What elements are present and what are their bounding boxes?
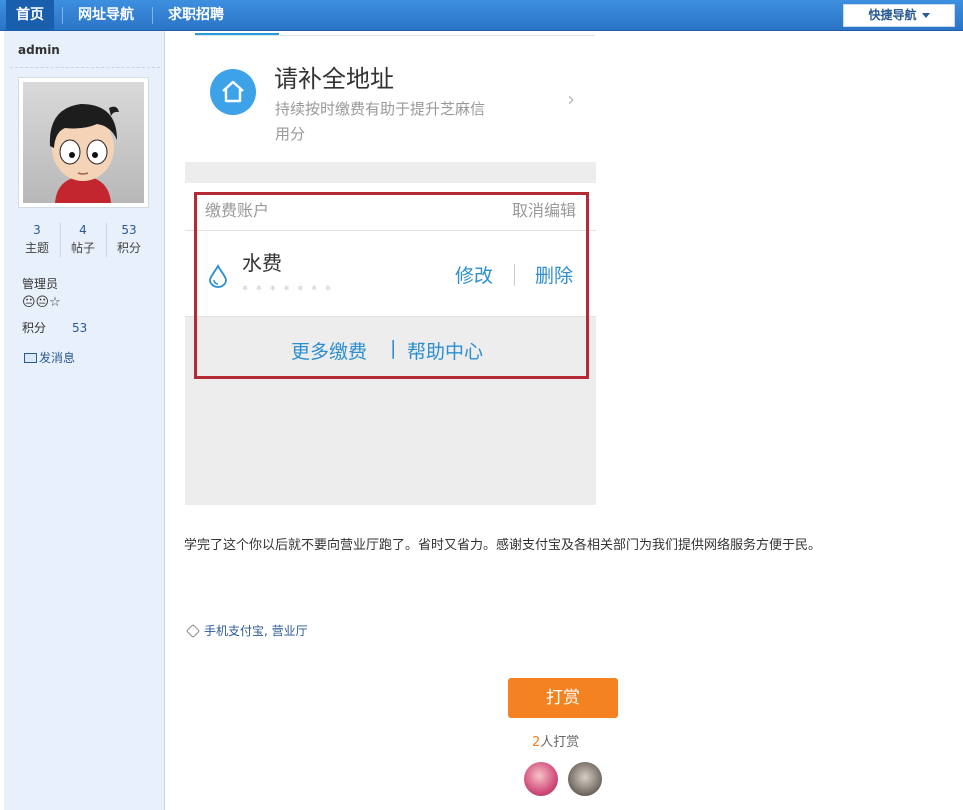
nav-divider [152,7,153,24]
nav-jobs[interactable]: 求职招聘 [158,0,234,31]
points-value: 53 [72,321,88,335]
stat-points-value: 53 [121,223,137,237]
stat-posts-value: 4 [79,223,87,237]
rewarder-avatar[interactable] [524,762,558,796]
post-content: 请补全地址 持续按时缴费有助于提升芝麻信用分 › 缴费账户 取消编辑 水费 * … [166,31,963,810]
stat-threads[interactable]: 3 主题 [14,223,60,256]
tag-icon [185,623,201,639]
envelope-icon [24,353,37,363]
stat-threads-label: 主题 [24,241,49,255]
cartoon-avatar-icon [49,104,119,203]
chevron-right-icon: › [567,87,575,111]
points-row: 积分 53 [22,319,87,336]
address-subtitle: 持续按时缴费有助于提升芝麻信用分 [275,100,486,143]
nav-home[interactable]: 首页 [6,0,54,31]
quick-nav-dropdown[interactable]: 快捷导航 [843,4,955,27]
medal-icons: 😐😐☆ [22,295,61,310]
chevron-down-icon [921,13,930,18]
avatar-image [23,82,144,203]
reward-button[interactable]: 打赏 [508,678,618,718]
quick-nav-label: 快捷导航 [868,8,917,22]
stat-posts[interactable]: 4 帖子 [60,223,106,256]
tag-links[interactable]: 手机支付宝, 营业厅 [204,624,308,638]
author-username[interactable]: admin [18,43,60,57]
divider [10,67,160,68]
points-label: 积分 [22,321,47,335]
stat-threads-value: 3 [33,223,41,237]
top-nav-bar: 首页 网址导航 求职招聘 快捷导航 [0,0,963,31]
user-group-label[interactable]: 管理员 [22,275,58,292]
author-sidebar: admin 3 主题 4 帖子 53 积分 管理员 😐😐☆ 积分 53 发消息 [4,31,165,810]
address-title: 请补全地址 [274,65,394,93]
avatar[interactable] [18,77,149,208]
post-tags: 手机支付宝, 营业厅 [185,622,308,639]
post-screenshot-image: 请补全地址 持续按时缴费有助于提升芝麻信用分 › 缴费账户 取消编辑 水费 * … [185,31,596,505]
stat-points-label: 积分 [116,241,141,255]
reward-count-label: 人打赏 [540,735,580,750]
stat-points[interactable]: 53 积分 [106,223,152,256]
active-tab-indicator [195,33,279,35]
nav-divider [62,7,63,24]
reward-count: 2人打赏 [532,731,592,750]
nav-site-directory[interactable]: 网址导航 [68,0,144,31]
divider [195,35,595,36]
rewarder-avatar[interactable] [568,762,602,796]
send-message-link[interactable]: 发消息 [24,349,75,366]
home-icon [210,69,256,115]
post-body-text: 学完了这个你以后就不要向营业厅跑了。省时又省力。感谢支付宝及各相关部门为我们提供… [184,538,822,553]
stat-posts-label: 帖子 [70,241,95,255]
send-message-label: 发消息 [39,351,76,365]
highlight-box [194,192,589,379]
